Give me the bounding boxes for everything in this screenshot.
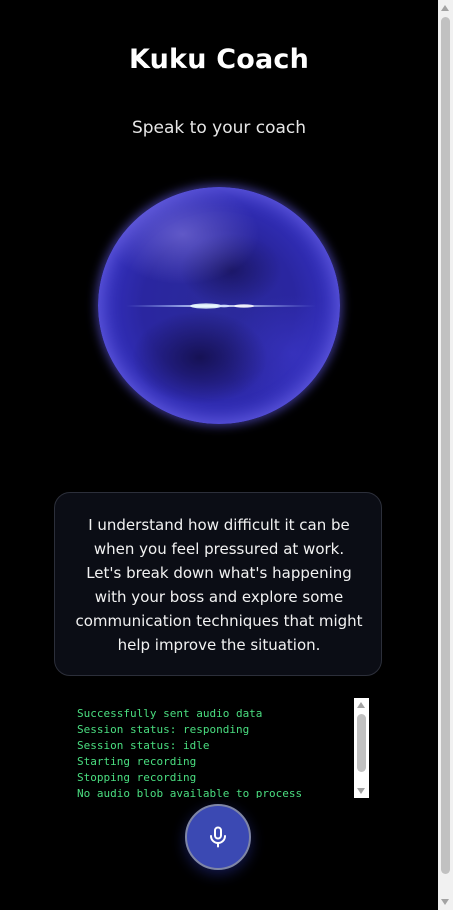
microphone-button[interactable] xyxy=(185,804,251,870)
scroll-up-arrow-icon[interactable] xyxy=(357,702,365,708)
log-line: Stopping recording xyxy=(77,771,197,784)
scroll-up-arrow-icon[interactable] xyxy=(441,5,449,11)
page: Kuku Coach Speak to your coach I underst… xyxy=(0,0,453,910)
debug-log[interactable]: Successfully sent audio data Session sta… xyxy=(70,698,370,798)
voice-orb xyxy=(98,187,340,424)
page-title: Kuku Coach xyxy=(128,44,310,75)
main-content: Kuku Coach Speak to your coach I underst… xyxy=(0,0,438,910)
debug-log-lines: Successfully sent audio data Session sta… xyxy=(77,706,347,798)
microphone-icon xyxy=(210,826,226,848)
log-line: Session status: responding xyxy=(77,723,250,736)
debug-log-scrollbar[interactable] xyxy=(354,698,369,798)
coach-message-box: I understand how difficult it can be whe… xyxy=(54,492,382,676)
log-line: Session status: idle xyxy=(77,739,210,752)
page-subtitle: Speak to your coach xyxy=(131,118,307,138)
scroll-down-arrow-icon[interactable] xyxy=(357,788,365,794)
coach-message-text: I understand how difficult it can be whe… xyxy=(75,516,363,654)
log-line: No audio blob available to process xyxy=(77,787,303,798)
scrollbar-thumb[interactable] xyxy=(357,714,366,772)
audio-waveform-icon xyxy=(126,303,316,309)
scroll-down-arrow-icon[interactable] xyxy=(441,899,449,905)
scrollbar-thumb[interactable] xyxy=(441,17,450,874)
log-line: Starting recording xyxy=(77,755,197,768)
log-line: Successfully sent audio data xyxy=(77,707,263,720)
page-scrollbar[interactable] xyxy=(438,0,453,910)
